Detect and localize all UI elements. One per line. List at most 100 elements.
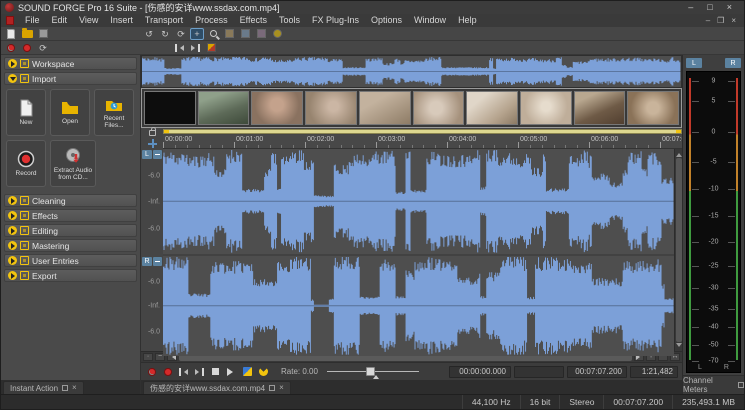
menu-file[interactable]: File (19, 14, 46, 27)
stop-button[interactable] (209, 365, 222, 378)
video-thumbnail[interactable] (198, 91, 250, 125)
video-thumbnail[interactable] (627, 91, 679, 125)
close-button[interactable]: × (727, 1, 732, 14)
menu-transport[interactable]: Transport (139, 14, 189, 27)
sidebar-section-import[interactable]: Import (4, 72, 137, 85)
loop-toolbar-button[interactable]: ⟳ (36, 42, 50, 54)
rate-display[interactable]: Rate: 0.00 (281, 367, 318, 376)
magnify-tool-button[interactable] (206, 28, 220, 40)
repeat-button[interactable]: ⟳ (174, 28, 188, 40)
loop-region-bar[interactable] (163, 128, 682, 135)
doc-restore-button[interactable]: ❐ (717, 16, 724, 25)
scroll-up-icon[interactable] (676, 150, 682, 157)
video-thumbnail[interactable] (466, 91, 518, 125)
sidebar-section-effects[interactable]: Effects (4, 209, 137, 222)
video-thumbnail[interactable] (359, 91, 411, 125)
save-button[interactable] (36, 28, 50, 40)
open-file-button[interactable] (20, 28, 34, 40)
rate-slider[interactable] (327, 365, 419, 378)
sidebar-section-export[interactable]: Export (4, 269, 137, 282)
envelope-tool-button[interactable] (238, 28, 252, 40)
length-field[interactable]: 00:07:07.200 (603, 395, 672, 409)
vertical-scroll-thumb[interactable] (676, 158, 682, 342)
edit-tool-button[interactable]: + (190, 28, 204, 40)
position-display[interactable]: 00:00:00.000 (449, 366, 511, 378)
float-window-icon[interactable] (738, 382, 744, 388)
file-tab[interactable]: 伤感的安详www.ssdax.com.mp4 × (143, 381, 291, 394)
video-thumbnail[interactable] (574, 91, 626, 125)
menu-help[interactable]: Help (452, 14, 483, 27)
marker-tool-button[interactable] (204, 42, 218, 54)
record-toolbar-button[interactable] (20, 42, 34, 54)
record-button[interactable]: Record (6, 140, 46, 187)
menu-window[interactable]: Window (408, 14, 452, 27)
menu-process[interactable]: Process (189, 14, 234, 27)
undo-button[interactable]: ↺ (142, 28, 156, 40)
close-icon[interactable]: × (72, 384, 77, 392)
loop-region[interactable] (163, 129, 682, 134)
open-button[interactable]: Open (50, 89, 90, 136)
loop-playback-button[interactable] (257, 365, 270, 378)
sidebar-section-workspace[interactable]: Workspace (4, 57, 137, 70)
play-button[interactable] (225, 365, 238, 378)
left-channel-badge[interactable]: L (142, 150, 152, 159)
vertical-scrollbar[interactable] (674, 149, 682, 351)
overview-waveform[interactable] (141, 55, 682, 88)
selection-display[interactable] (514, 366, 564, 378)
zoom-ratio-display[interactable]: 1:21,482 (630, 366, 678, 378)
recent-files-button[interactable]: Recent Files... (94, 89, 134, 136)
play-clipboard-button[interactable] (241, 365, 254, 378)
pencil-tool-button[interactable] (222, 28, 236, 40)
menu-tools[interactable]: Tools (273, 14, 306, 27)
redo-button[interactable]: ↻ (158, 28, 172, 40)
doc-minimize-button[interactable]: – (706, 16, 710, 25)
go-to-start-button[interactable] (177, 365, 190, 378)
menu-edit[interactable]: Edit (46, 14, 74, 27)
go-to-end-button[interactable] (193, 365, 206, 378)
minimize-channel-button[interactable] (153, 150, 162, 159)
new-button[interactable]: New (6, 89, 46, 136)
video-thumbnail[interactable] (520, 91, 572, 125)
channel-meters-title[interactable]: Channel Meters (683, 375, 744, 394)
meter-left-button[interactable]: L (686, 58, 702, 68)
event-tool-button[interactable] (254, 28, 268, 40)
menu-view[interactable]: View (73, 14, 104, 27)
bit-depth-field[interactable]: 16 bit (520, 395, 560, 409)
menu-fx-plugins[interactable]: FX Plug-Ins (306, 14, 365, 27)
video-thumbnail[interactable] (413, 91, 465, 125)
sample-rate-field[interactable]: 44,100 Hz (462, 395, 520, 409)
record-button[interactable] (161, 365, 174, 378)
sidebar-section-cleaning[interactable]: Cleaning (4, 194, 137, 207)
waveform-left-channel[interactable] (163, 149, 674, 254)
maximize-button[interactable]: □ (707, 1, 712, 14)
video-thumbnail[interactable] (305, 91, 357, 125)
remote-record-button[interactable] (270, 28, 284, 40)
sidebar-section-mastering[interactable]: Mastering (4, 239, 137, 252)
remote-record-toggle[interactable] (4, 42, 18, 54)
sidebar-section-editing[interactable]: Editing (4, 224, 137, 237)
doc-close-button[interactable]: × (731, 16, 736, 25)
time-ruler[interactable]: 00:00:0000:01:0000:02:0000:03:0000:04:00… (163, 135, 682, 149)
float-window-icon[interactable] (269, 385, 275, 391)
channels-field[interactable]: Stereo (559, 395, 603, 409)
length-display[interactable]: 00:07:07.200 (567, 366, 627, 378)
record-remote-button[interactable] (145, 365, 158, 378)
instant-action-tab[interactable]: Instant Action × (3, 381, 84, 394)
video-thumbnail[interactable] (251, 91, 303, 125)
lock-icon[interactable] (149, 130, 156, 136)
right-channel-badge[interactable]: R (142, 257, 152, 266)
go-to-end-toolbar-button[interactable] (188, 42, 202, 54)
menu-insert[interactable]: Insert (104, 14, 139, 27)
close-icon[interactable]: × (279, 384, 284, 392)
minimize-button[interactable]: – (688, 1, 693, 14)
move-cross-icon[interactable] (148, 139, 157, 148)
scroll-down-icon[interactable] (676, 343, 682, 350)
minimize-channel-button[interactable] (153, 257, 162, 266)
extract-audio-button[interactable]: Extract Audio from CD... (50, 140, 96, 187)
go-to-start-toolbar-button[interactable] (172, 42, 186, 54)
video-thumbnail[interactable] (144, 91, 196, 125)
new-file-button[interactable] (4, 28, 18, 40)
float-window-icon[interactable] (62, 385, 68, 391)
sidebar-section-user-entries[interactable]: User Entries (4, 254, 137, 267)
menu-effects[interactable]: Effects (234, 14, 273, 27)
